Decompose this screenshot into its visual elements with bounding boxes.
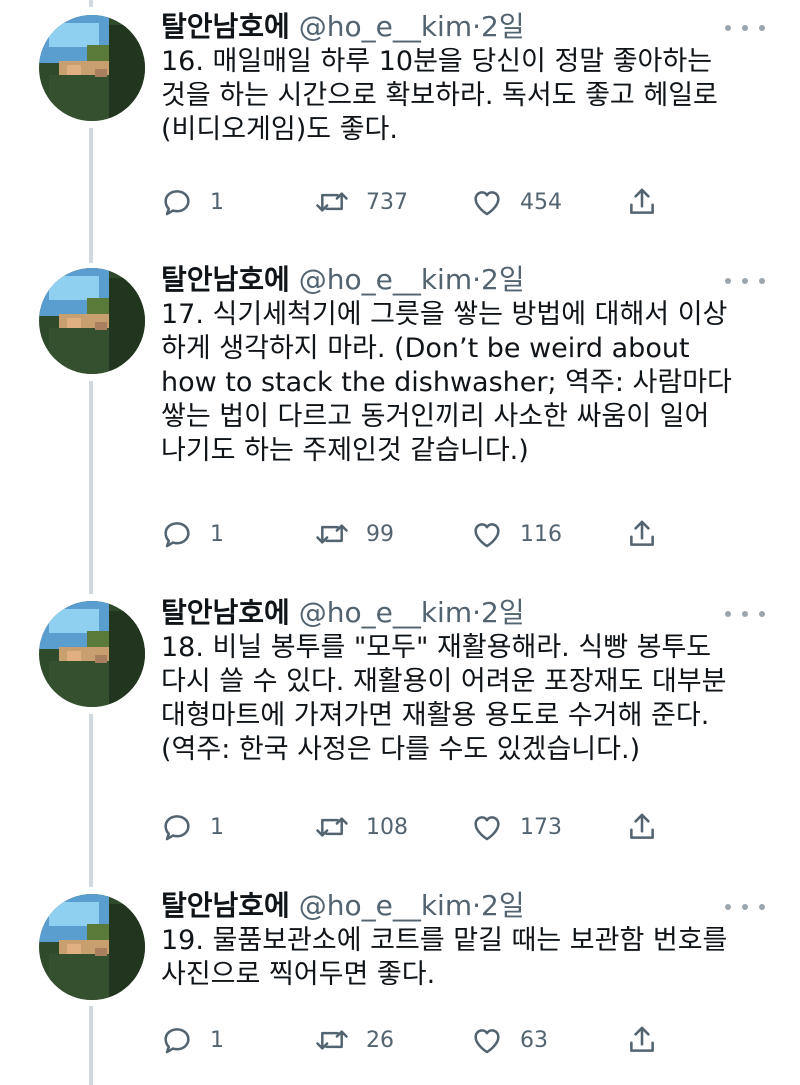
retweet-arrows-icon	[314, 185, 350, 219]
share-upload-icon	[625, 1023, 659, 1057]
speech-bubble-icon	[160, 810, 194, 844]
tweet-actions: 1 26 63	[160, 1020, 680, 1060]
like-button[interactable]: 454	[470, 182, 562, 222]
heart-icon	[470, 810, 504, 844]
avatar-image	[39, 601, 145, 707]
retweet-arrows-icon	[314, 1023, 350, 1057]
retweet-button[interactable]: 26	[314, 1020, 394, 1060]
author-handle[interactable]: @ho_e__kim	[299, 889, 472, 922]
timestamp[interactable]: 2일	[481, 10, 525, 43]
like-count: 454	[520, 189, 562, 215]
retweet-arrows-icon	[314, 810, 350, 844]
tweet[interactable]: 탈안남호에 @ho_e__kim·2일 19. 물품보관소에 코트를 맡길 때는…	[0, 879, 800, 1085]
tweet-header: 탈안남호에 @ho_e__kim·2일	[161, 886, 525, 926]
share-upload-icon	[625, 810, 659, 844]
tweet[interactable]: 탈안남호에 @ho_e__kim·2일 16. 매일매일 하루 10분을 당신이…	[0, 0, 800, 255]
timestamp[interactable]: 2일	[481, 596, 525, 629]
more-options-icon[interactable]	[725, 897, 765, 917]
reply-button[interactable]: 1	[160, 182, 224, 222]
more-options-icon[interactable]	[725, 18, 765, 38]
author-name[interactable]: 탈안남호에	[161, 889, 290, 922]
tweet-header: 탈안남호에 @ho_e__kim·2일	[161, 260, 525, 300]
reply-button[interactable]: 1	[160, 514, 224, 554]
speech-bubble-icon	[160, 185, 194, 219]
timestamp[interactable]: 2일	[481, 889, 525, 922]
separator: ·	[472, 596, 481, 629]
like-button[interactable]: 63	[470, 1020, 548, 1060]
tweet-text: 16. 매일매일 하루 10분을 당신이 정말 좋아하는 것을 하는 시간으로 …	[161, 46, 718, 145]
reply-button[interactable]: 1	[160, 1020, 224, 1060]
author-handle[interactable]: @ho_e__kim	[299, 596, 472, 629]
timestamp[interactable]: 2일	[481, 263, 525, 296]
share-button[interactable]	[625, 1020, 659, 1060]
avatar-image	[39, 15, 145, 121]
speech-bubble-icon	[160, 1023, 194, 1057]
heart-icon	[470, 1023, 504, 1057]
tweet-actions: 1 99 116	[160, 514, 680, 554]
more-options-icon[interactable]	[725, 604, 765, 624]
avatar[interactable]	[39, 894, 145, 1000]
share-button[interactable]	[625, 182, 659, 222]
like-count: 116	[520, 521, 562, 547]
share-upload-icon	[625, 517, 659, 551]
more-options-icon[interactable]	[725, 271, 765, 291]
avatar-image	[39, 894, 145, 1000]
retweet-button[interactable]: 737	[314, 182, 408, 222]
heart-icon	[470, 517, 504, 551]
heart-icon	[470, 185, 504, 219]
tweet-header: 탈안남호에 @ho_e__kim·2일	[161, 7, 525, 47]
tweet[interactable]: 탈안남호에 @ho_e__kim·2일 17. 식기세척기에 그릇을 쌓는 방법…	[0, 253, 800, 586]
tweet-text: 19. 물품보관소에 코트를 맡길 때는 보관함 번호를 사진으로 찍어두면 좋…	[161, 925, 728, 990]
retweet-count: 26	[366, 1027, 394, 1053]
retweet-count: 737	[366, 189, 408, 215]
separator: ·	[472, 889, 481, 922]
tweet-text: 17. 식기세척기에 그릇을 쌓는 방법에 대해서 이상 하게 생각하지 마라.…	[161, 299, 732, 466]
reply-count: 1	[210, 814, 224, 840]
speech-bubble-icon	[160, 517, 194, 551]
reply-count: 1	[210, 1027, 224, 1053]
like-count: 173	[520, 814, 562, 840]
retweet-count: 108	[366, 814, 408, 840]
author-name[interactable]: 탈안남호에	[161, 596, 290, 629]
retweet-arrows-icon	[314, 517, 350, 551]
author-handle[interactable]: @ho_e__kim	[299, 10, 472, 43]
retweet-button[interactable]: 99	[314, 514, 394, 554]
tweet-actions: 1 737 454	[160, 182, 680, 222]
tweet-text: 18. 비닐 봉투를 "모두" 재활용해라. 식빵 봉투도 다시 쓸 수 있다.…	[161, 632, 727, 765]
avatar[interactable]	[39, 268, 145, 374]
avatar[interactable]	[39, 15, 145, 121]
reply-count: 1	[210, 189, 224, 215]
tweet-header: 탈안남호에 @ho_e__kim·2일	[161, 593, 525, 633]
reply-button[interactable]: 1	[160, 807, 224, 847]
tweet-actions: 1 108 173	[160, 807, 680, 847]
author-name[interactable]: 탈안남호에	[161, 263, 290, 296]
share-button[interactable]	[625, 807, 659, 847]
like-button[interactable]: 116	[470, 514, 562, 554]
avatar-image	[39, 268, 145, 374]
retweet-count: 99	[366, 521, 394, 547]
author-handle[interactable]: @ho_e__kim	[299, 263, 472, 296]
tweet[interactable]: 탈안남호에 @ho_e__kim·2일 18. 비닐 봉투를 "모두" 재활용해…	[0, 586, 800, 879]
separator: ·	[472, 263, 481, 296]
like-button[interactable]: 173	[470, 807, 562, 847]
separator: ·	[472, 10, 481, 43]
author-name[interactable]: 탈안남호에	[161, 10, 290, 43]
reply-count: 1	[210, 521, 224, 547]
retweet-button[interactable]: 108	[314, 807, 408, 847]
share-upload-icon	[625, 185, 659, 219]
share-button[interactable]	[625, 514, 659, 554]
avatar[interactable]	[39, 601, 145, 707]
like-count: 63	[520, 1027, 548, 1053]
